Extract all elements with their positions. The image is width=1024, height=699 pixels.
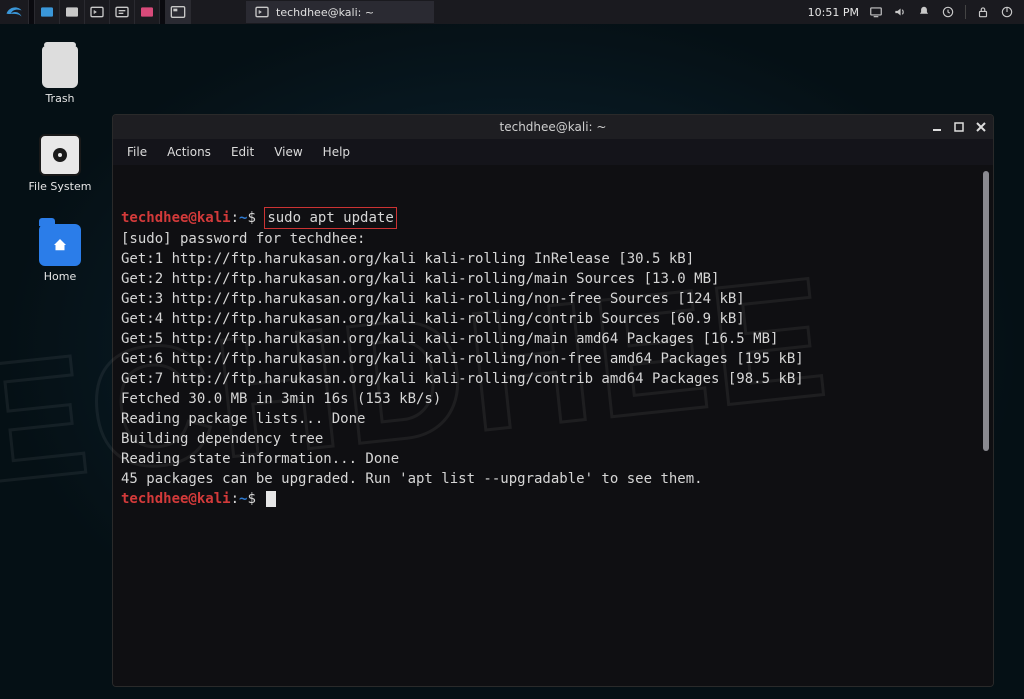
trash-label: Trash — [20, 92, 100, 105]
home-label: Home — [20, 270, 100, 283]
taskbar-terminal-icon[interactable] — [85, 0, 110, 24]
volume-icon[interactable] — [893, 5, 907, 19]
filesystem-icon — [39, 134, 81, 176]
tray-separator — [965, 5, 966, 19]
taskbar-workspace-icon[interactable] — [166, 0, 191, 24]
terminal-icon — [254, 4, 270, 20]
top-panel: techdhee@kali: ~ 10:51 PM — [0, 0, 1024, 24]
desktop-filesystem[interactable]: File System — [20, 134, 100, 193]
kali-logo-icon — [4, 3, 24, 21]
updates-icon[interactable] — [941, 5, 955, 19]
menu-actions[interactable]: Actions — [167, 145, 211, 159]
taskbar-text-icon[interactable] — [110, 0, 135, 24]
close-button[interactable] — [975, 121, 987, 133]
menu-file[interactable]: File — [127, 145, 147, 159]
taskbar-pink-icon[interactable] — [135, 0, 160, 24]
display-icon[interactable] — [869, 5, 883, 19]
menu-view[interactable]: View — [274, 145, 302, 159]
home-folder-icon — [39, 224, 81, 266]
apps-menu-button[interactable] — [0, 0, 29, 24]
terminal-titlebar[interactable]: techdhee@kali: ~ — [113, 115, 993, 139]
desktop-home[interactable]: Home — [20, 224, 100, 283]
menu-help[interactable]: Help — [323, 145, 350, 159]
active-task-title: techdhee@kali: ~ — [276, 6, 374, 19]
lock-icon[interactable] — [976, 5, 990, 19]
filesystem-label: File System — [20, 180, 100, 193]
minimize-button[interactable] — [931, 121, 943, 133]
terminal-menubar: File Actions Edit View Help — [113, 139, 993, 165]
trash-icon — [42, 46, 78, 88]
panel-right: 10:51 PM — [808, 5, 1024, 19]
maximize-button[interactable] — [953, 121, 965, 133]
terminal-body[interactable]: techdhee@kali:~$ sudo apt update [sudo] … — [113, 165, 993, 686]
clock[interactable]: 10:51 PM — [808, 6, 859, 19]
scrollbar-thumb[interactable] — [983, 171, 989, 451]
taskbar-files-icon[interactable] — [60, 0, 85, 24]
taskbar-session-icon[interactable] — [35, 0, 60, 24]
terminal-scrollbar[interactable] — [983, 171, 989, 680]
taskbar-active-window[interactable]: techdhee@kali: ~ — [246, 1, 434, 23]
terminal-title: techdhee@kali: ~ — [500, 120, 607, 134]
menu-edit[interactable]: Edit — [231, 145, 254, 159]
desktop-trash[interactable]: Trash — [20, 46, 100, 105]
notification-icon[interactable] — [917, 5, 931, 19]
terminal-window: techdhee@kali: ~ File Actions Edit View … — [112, 114, 994, 687]
power-icon[interactable] — [1000, 5, 1014, 19]
panel-left: techdhee@kali: ~ — [0, 0, 434, 24]
